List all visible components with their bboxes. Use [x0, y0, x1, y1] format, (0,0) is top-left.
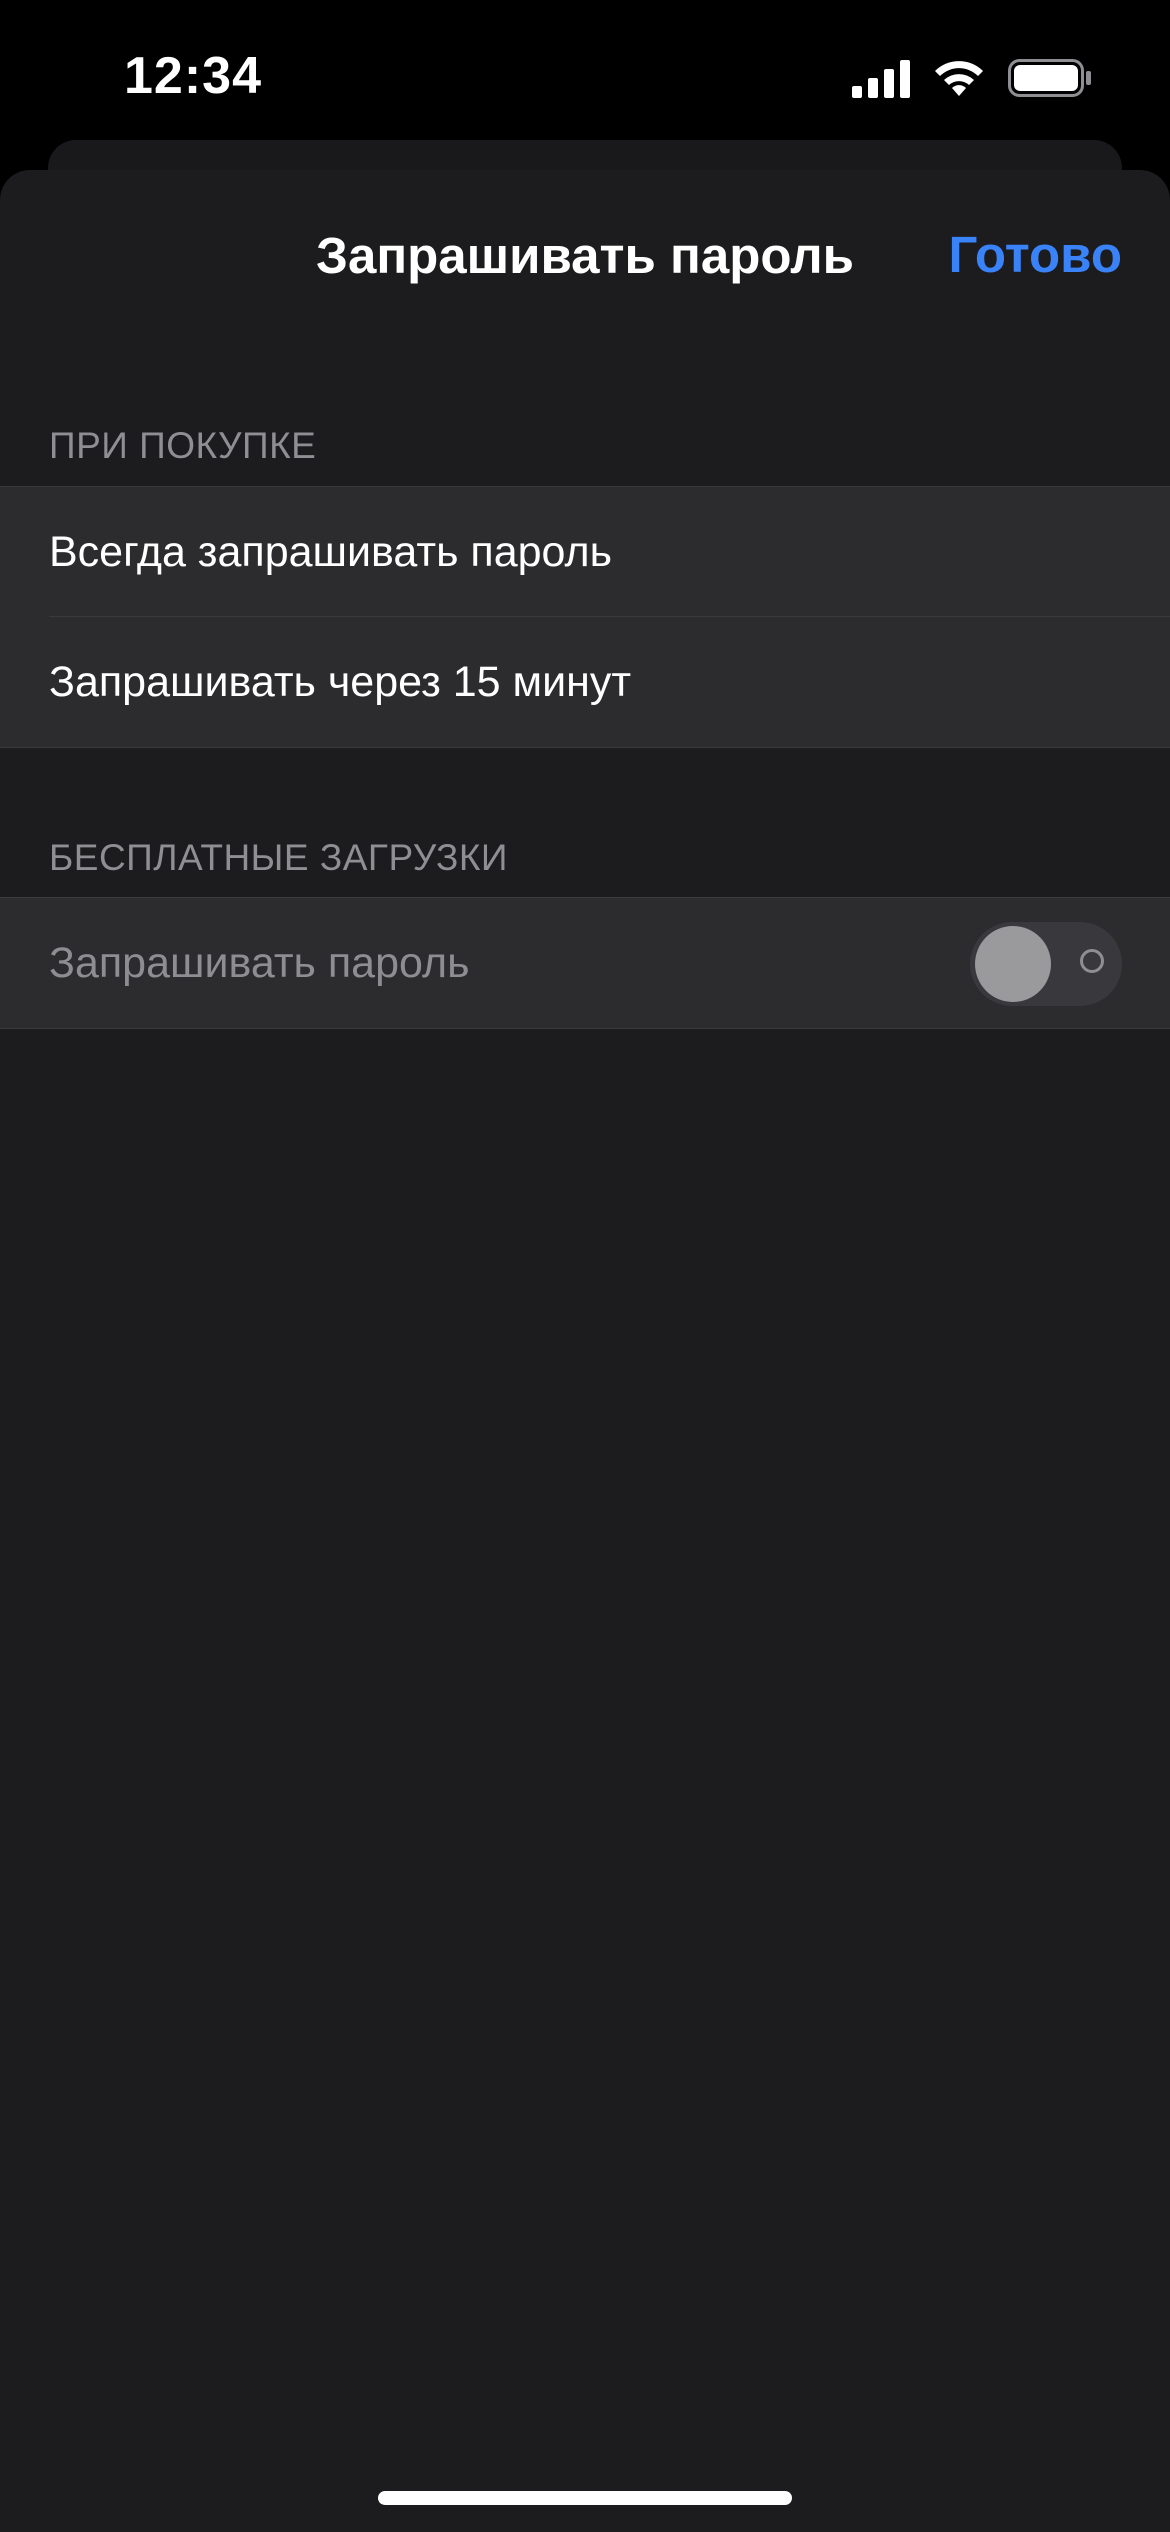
toggle-off-icon — [1080, 949, 1104, 973]
row-label: Всегда запрашивать пароль — [49, 528, 613, 576]
status-time: 12:34 — [124, 47, 262, 105]
list-item-require-after-15-min[interactable]: Запрашивать через 15 минут — [0, 617, 1170, 747]
row-label: Запрашивать через 15 минут — [49, 658, 632, 706]
signal-icon — [852, 60, 910, 98]
modal-sheet: Запрашивать пароль Готово ПРИ ПОКУПКЕ Вс… — [0, 170, 1170, 2532]
require-password-toggle[interactable] — [970, 922, 1122, 1006]
nav-bar: Запрашивать пароль Готово — [0, 170, 1170, 340]
list-item-require-password: Запрашивать пароль — [0, 898, 1170, 1028]
done-button[interactable]: Готово — [948, 224, 1122, 286]
list-item-always-require[interactable]: Всегда запрашивать пароль — [0, 487, 1170, 617]
section-header-free-downloads: БЕСПЛАТНЫЕ ЗАГРУЗКИ — [49, 837, 508, 878]
home-indicator[interactable] — [378, 2491, 792, 2505]
wifi-icon — [935, 61, 983, 96]
toggle-knob — [975, 926, 1051, 1002]
status-bar: 12:34 — [0, 0, 1170, 150]
free-downloads-group: Запрашивать пароль — [0, 897, 1170, 1029]
row-label: Запрашивать пароль — [49, 939, 470, 987]
section-header-purchases: ПРИ ПОКУПКЕ — [49, 425, 317, 466]
screen: 12:34 Запрашивать пароль Готово ПРИ ПОКУ… — [0, 0, 1170, 2532]
purchase-options-group: Всегда запрашивать пароль Запрашивать че… — [0, 486, 1170, 748]
battery-icon — [1008, 59, 1091, 97]
status-icons — [852, 56, 1092, 100]
